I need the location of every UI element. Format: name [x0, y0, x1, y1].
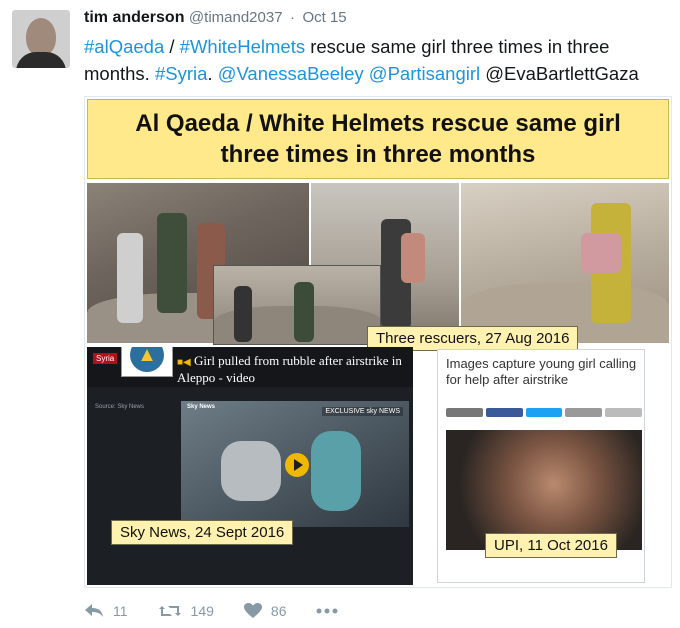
upi-title: Images capture young girl calling for he… — [446, 356, 637, 387]
sky-news-screenshot: Syria ▲ ■◀ Girl pulled from rubble after… — [87, 347, 413, 585]
heart-icon — [243, 603, 262, 618]
caption-upi: UPI, 11 Oct 2016 — [485, 533, 617, 558]
sky-exclusive-badge: EXCLUSIVE sky NEWS — [322, 407, 403, 416]
tweet-header: tim anderson @timand2037 · Oct 15 — [84, 9, 347, 27]
sky-source: Source: Sky News — [95, 404, 145, 410]
sky-headline: ■◀ Girl pulled from rubble after airstri… — [177, 353, 407, 385]
mention-vanessabeeley[interactable]: @VanessaBeeley — [218, 63, 364, 84]
sky-headline-text: Girl pulled from rubble after airstrike … — [177, 353, 402, 385]
author-handle[interactable]: @timand2037 — [189, 9, 283, 26]
like-count: 86 — [270, 603, 287, 619]
sky-section-label: Syria — [93, 353, 118, 364]
mention-evabartlettgaza[interactable]: @EvaBartlettGaza — [485, 63, 638, 84]
retweet-icon — [158, 606, 181, 616]
upi-photo — [446, 430, 642, 550]
sky-video-frame: Sky News EXCLUSIVE sky NEWS — [181, 401, 409, 527]
white-helmets-logo: ▲ — [121, 347, 173, 377]
text-slash: / — [164, 36, 180, 57]
avatar-shoulders — [16, 52, 66, 68]
tweet-text: #alQaeda / #WhiteHelmets rescue same gir… — [84, 36, 639, 84]
tweet-media-image[interactable]: Al Qaeda / White Helmets rescue same gir… — [84, 96, 672, 588]
white-helmets-triangle-icon: ▲ — [130, 347, 164, 372]
caption-sky-news: Sky News, 24 Sept 2016 — [111, 520, 294, 545]
more-dots-icon — [316, 608, 338, 614]
hashtag-whitehelmets[interactable]: #WhiteHelmets — [180, 36, 305, 57]
more-action[interactable] — [316, 608, 347, 614]
header-separator: · — [290, 9, 295, 26]
author-name[interactable]: tim anderson — [84, 9, 184, 26]
reply-icon — [85, 604, 103, 617]
banner-line-1: Al Qaeda / White Helmets rescue same gir… — [135, 110, 621, 137]
play-icon — [285, 453, 309, 477]
reply-action[interactable]: 11 — [84, 603, 128, 619]
hashtag-syria[interactable]: #Syria — [155, 63, 207, 84]
author-avatar[interactable] — [12, 10, 70, 68]
sky-video-label: Sky News — [187, 404, 216, 410]
reply-count: 11 — [113, 603, 128, 619]
upi-share-bar — [446, 408, 642, 417]
rescue-photo-inset — [213, 265, 381, 345]
retweet-count: 149 — [190, 603, 214, 619]
like-action[interactable]: 86 — [243, 603, 287, 619]
avatar-head — [26, 18, 56, 56]
tweet-actions: 11 149 86 — [84, 600, 404, 622]
rescue-photo-right — [461, 183, 669, 343]
image-banner: Al Qaeda / White Helmets rescue same gir… — [87, 99, 669, 179]
tweet-date[interactable]: Oct 15 — [302, 9, 346, 26]
banner-line-2: three times in three months — [220, 141, 536, 168]
hashtag-alqaeda[interactable]: #alQaeda — [84, 36, 164, 57]
retweet-action[interactable]: 149 — [158, 603, 214, 619]
text-line2: months. — [84, 63, 155, 84]
text-line1: rescue same girl three times in three — [305, 36, 610, 57]
sky-play-marker-icon: ■◀ — [177, 357, 191, 368]
mention-partisangirl[interactable]: @Partisangirl — [369, 63, 480, 84]
